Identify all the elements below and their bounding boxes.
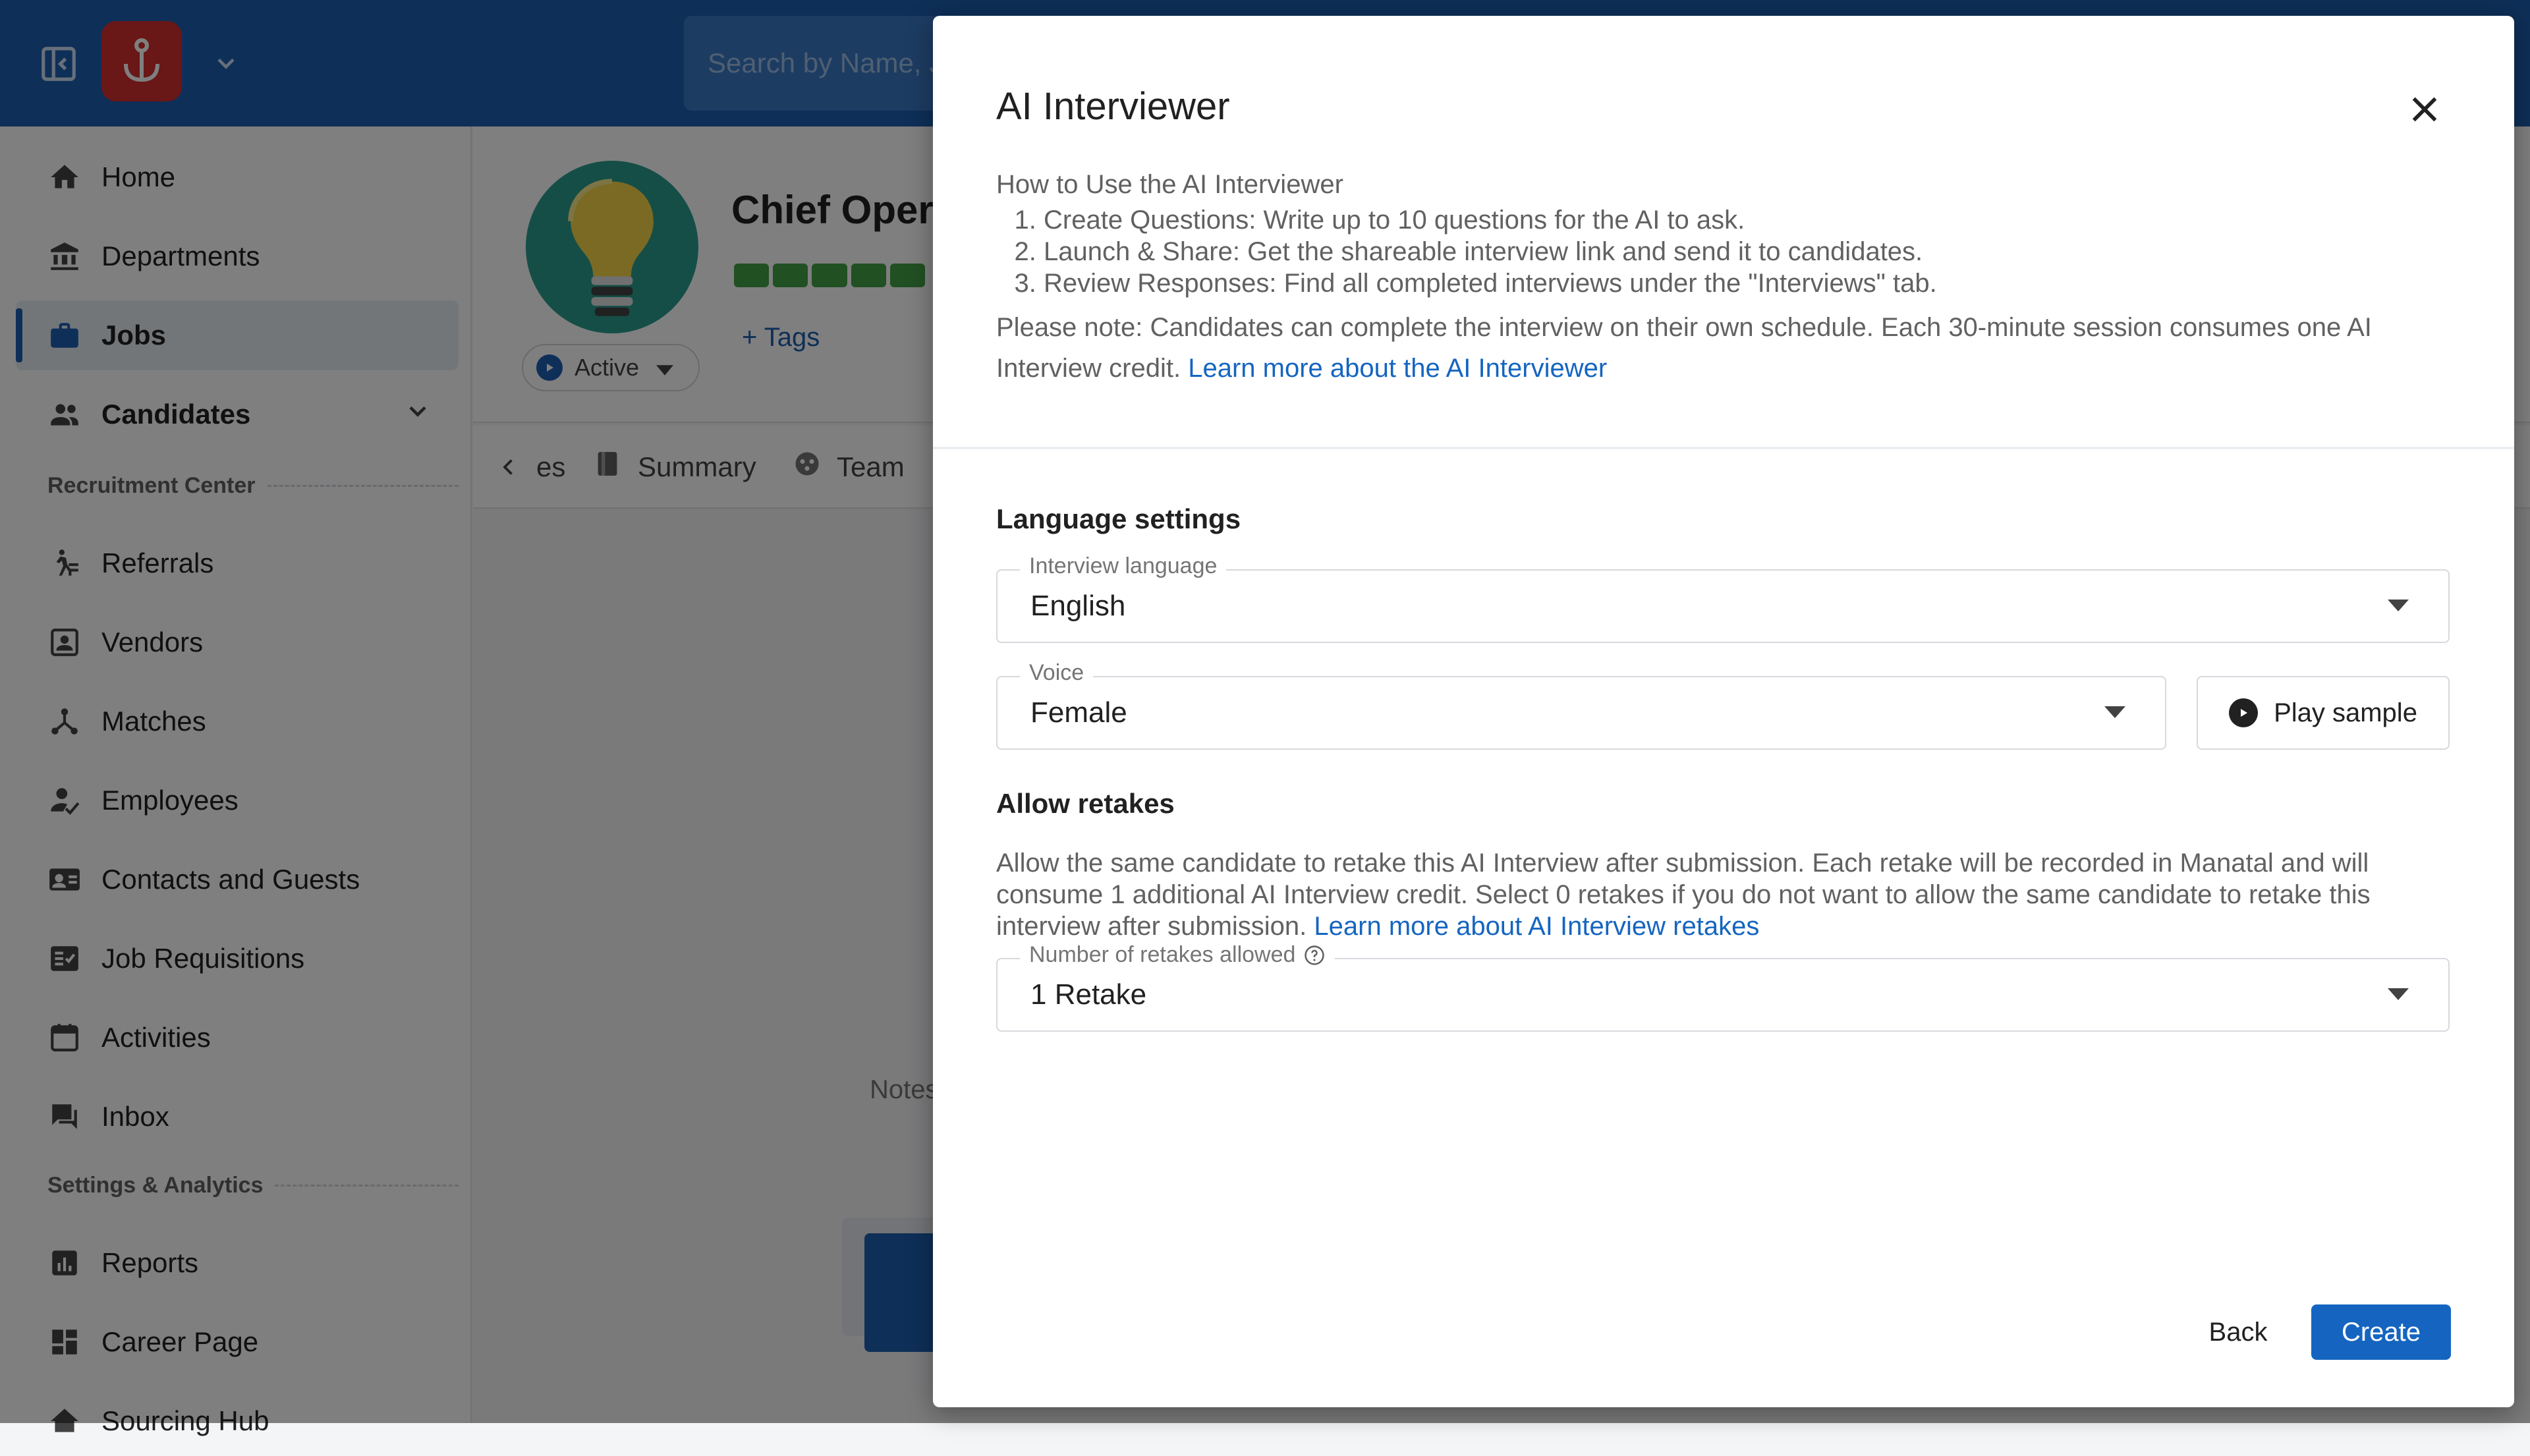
retakes-select[interactable]: Number of retakes allowed 1 Retake (996, 942, 2450, 1032)
retakes-description: Allow the same candidate to retake this … (996, 849, 2371, 941)
divider (933, 447, 2514, 449)
voice-select[interactable]: Voice Female (996, 660, 2166, 750)
allow-retakes-heading: Allow retakes (996, 788, 1175, 819)
help-icon[interactable] (1303, 944, 1326, 966)
caret-down-icon (2104, 706, 2125, 718)
dialog-title: AI Interviewer (996, 85, 1230, 128)
create-button[interactable]: Create (2311, 1304, 2451, 1360)
interview-language-select[interactable]: Interview language English (996, 553, 2450, 643)
how-to-step: Review Responses: Find all completed int… (1044, 267, 2472, 299)
close-icon[interactable] (2402, 87, 2447, 132)
back-button[interactable]: Back (2187, 1304, 2289, 1360)
credit-note: Please note: Candidates can complete the… (996, 313, 2372, 383)
how-to-steps: Create Questions: Write up to 10 questio… (996, 204, 2472, 299)
how-to-step: Create Questions: Write up to 10 questio… (1044, 204, 2472, 236)
how-to-title: How to Use the AI Interviewer (996, 170, 1343, 199)
learn-more-retakes-link[interactable]: Learn more about AI Interview retakes (1314, 912, 1759, 941)
ai-interviewer-dialog: AI Interviewer How to Use the AI Intervi… (933, 16, 2514, 1407)
play-circle-icon (2229, 698, 2259, 727)
how-to-section: How to Use the AI Interviewer Create Que… (996, 169, 2472, 389)
how-to-step: Launch & Share: Get the shareable interv… (1044, 236, 2472, 267)
caret-down-icon (2388, 988, 2409, 1000)
caret-down-icon (2388, 600, 2409, 611)
play-sample-button[interactable]: Play sample (2197, 676, 2450, 750)
language-settings-heading: Language settings (996, 503, 1241, 534)
learn-more-ai-interviewer-link[interactable]: Learn more about the AI Interviewer (1188, 354, 1607, 383)
